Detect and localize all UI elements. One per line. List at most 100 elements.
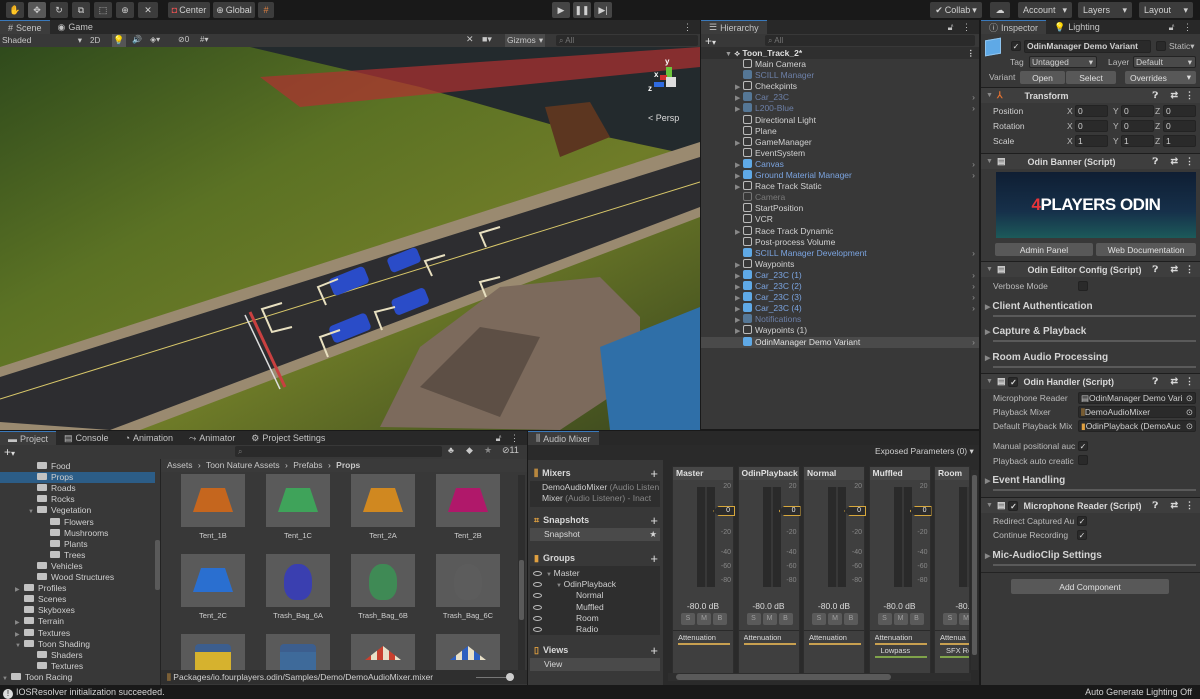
folder-tree-item[interactable]: ▼ Toon Racing [0, 672, 155, 683]
volume-db-readout[interactable]: -80.0 dB [870, 601, 930, 611]
tab-lighting[interactable]: 💡 Lighting [1046, 20, 1108, 34]
object-picker-icon[interactable]: ⊙ [1185, 407, 1193, 417]
mixer-group-item[interactable]: ▼ Master [546, 568, 580, 578]
transform-tool-button[interactable]: ⊕ [116, 2, 134, 18]
effect-slot[interactable]: Attenuation [678, 633, 730, 645]
filter-by-type-button[interactable]: ♣ [448, 445, 454, 455]
cloud-button[interactable]: ☁ [990, 2, 1010, 18]
solo-button[interactable]: S [681, 613, 695, 625]
open-prefab-chevron-icon[interactable]: › [972, 92, 975, 103]
mixer-item[interactable]: DemoAudioMixer (Audio Listen [542, 482, 659, 492]
mute-button[interactable]: M [697, 613, 711, 625]
rotation-y-input[interactable]: 0 [1121, 120, 1154, 132]
object-name-input[interactable]: OdinManager Demo Variant [1024, 40, 1151, 53]
mixer-strip[interactable]: Normal200-20-40-60-800-80.0 dBSMBAttenua… [803, 466, 866, 674]
effects-toggle[interactable]: ◈▾ [150, 35, 160, 44]
folder-tree-item[interactable]: Props [0, 472, 155, 484]
folder-tree-item[interactable]: ▶ Profiles [0, 583, 155, 594]
hierarchy-item[interactable]: StartPosition [701, 203, 979, 214]
kebab-icon[interactable]: ⋮ [1185, 156, 1194, 167]
asset-item[interactable] [265, 634, 331, 670]
toggle-2d-button[interactable]: 2D [90, 35, 104, 46]
grid-snap-button[interactable]: # [258, 2, 274, 18]
asset-item[interactable]: Tent_2C [180, 554, 246, 620]
asset-item[interactable] [180, 634, 246, 670]
asset-item[interactable]: Tent_1C [265, 474, 331, 540]
verbose-mode-checkbox[interactable] [1078, 281, 1088, 291]
tab-animator[interactable]: ⤳ Animator [181, 431, 243, 445]
folder-tree-item[interactable]: Scenes [0, 594, 155, 605]
add-group-button[interactable]: + [650, 551, 658, 566]
hierarchy-lock-button[interactable]: 🔓︎ ⋮ [940, 20, 979, 34]
presets-icon[interactable]: ⇄ [1170, 156, 1178, 167]
asset-item[interactable]: Tent_1B [180, 474, 246, 540]
effect-slot[interactable]: Attenuation [809, 633, 861, 645]
hierarchy-item[interactable]: Camera [701, 192, 979, 203]
star-icon[interactable]: ★ [649, 528, 657, 541]
folder-tree-item[interactable]: ▶ Terrain [0, 616, 155, 627]
scene-root-row[interactable]: ▼ ⟡ Toon_Track_2* ⋮ [701, 47, 979, 59]
volume-db-readout[interactable]: -80.0 dB [804, 601, 864, 611]
rect-tool-button[interactable]: ⬚ [94, 2, 112, 18]
mixer-strip[interactable]: Master200-20-40-60-800-80.0 dBSMBAttenua… [672, 466, 735, 674]
add-snapshot-button[interactable]: + [650, 513, 658, 528]
folder-tree-item[interactable]: Shaders [0, 650, 155, 661]
collab-dropdown[interactable]: ✔ Collab ▾ [930, 2, 982, 18]
open-prefab-chevron-icon[interactable]: › [972, 103, 975, 114]
active-checkbox[interactable]: ✓ [1011, 41, 1021, 51]
position-z-input[interactable]: 0 [1163, 105, 1196, 117]
continue-recording-checkbox[interactable]: ✓ [1077, 530, 1087, 540]
transform-header[interactable]: ▼ ⅄ Transform ❓︎ ⇄ ⋮ [981, 87, 1200, 103]
tools-button[interactable]: ✕ [466, 34, 474, 45]
inspector-lock-button[interactable]: 🔓︎ ⋮ [1161, 20, 1200, 34]
add-view-button[interactable]: + [650, 643, 658, 658]
presets-icon[interactable]: ⇄ [1170, 500, 1178, 511]
effect-slot[interactable]: Attenuation [874, 633, 927, 645]
hidden-objects-toggle[interactable]: ⊘0 [178, 35, 189, 44]
play-button[interactable]: ▶ [552, 2, 570, 18]
grid-toggle[interactable]: #▾ [200, 35, 208, 44]
foldout-room-audio-processing[interactable]: ▶ Room Audio Processing [985, 352, 1108, 363]
mute-button[interactable]: M [959, 613, 969, 625]
folder-tree-item[interactable]: Plants [0, 539, 155, 550]
hierarchy-item[interactable]: ▶ GameManager [701, 136, 979, 148]
projection-label[interactable]: < Persp [648, 113, 679, 123]
solo-button[interactable]: S [877, 613, 892, 625]
create-asset-button[interactable]: +▾ [4, 445, 15, 459]
account-dropdown[interactable]: Account ▾ [1018, 2, 1072, 18]
lighting-toggle[interactable]: 💡 [112, 34, 126, 47]
hierarchy-item[interactable]: ▶ Car_23C (4) › [701, 303, 979, 314]
microphone-reader-enabled-checkbox[interactable]: ✓ [1008, 500, 1019, 511]
open-prefab-chevron-icon[interactable]: › [972, 292, 975, 303]
add-mixer-button[interactable]: + [650, 466, 658, 481]
hierarchy-item[interactable]: SCILL Manager [701, 70, 979, 81]
breadcrumb-item[interactable]: Prefabs [293, 460, 322, 470]
static-checkbox[interactable] [1156, 41, 1166, 51]
playback-mixer-field[interactable]: ⫼DemoAudioMixer ⊙ [1078, 406, 1196, 418]
project-search-input[interactable]: ⌕ [235, 446, 442, 457]
help-icon[interactable]: ❓︎ [1153, 156, 1158, 167]
folder-tree-item[interactable]: Textures [0, 661, 155, 672]
y-axis-label[interactable]: Y [1113, 106, 1119, 116]
mixer-group-item[interactable]: Muffled [576, 602, 604, 612]
asset-item[interactable] [350, 634, 416, 670]
exposed-parameters-dropdown[interactable]: Exposed Parameters (0) ▾ [875, 446, 974, 457]
presets-icon[interactable]: ⇄ [1170, 264, 1178, 275]
foldout-capture-playback[interactable]: ▶ Capture & Playback [985, 326, 1086, 337]
z-axis-label[interactable]: Z [1155, 136, 1160, 146]
select-prefab-button[interactable]: Select [1066, 71, 1116, 84]
object-picker-icon[interactable]: ⊙ [1185, 421, 1193, 431]
tab-scene[interactable]: # Scene [0, 20, 50, 34]
folder-tree-item[interactable]: Mushrooms [0, 528, 155, 539]
hierarchy-item[interactable]: Plane [701, 125, 979, 137]
hierarchy-item[interactable]: ▶ Car_23C › [701, 92, 979, 103]
status-message[interactable]: IOSResolver initialization succeeded. [16, 687, 165, 697]
y-axis-label[interactable]: Y [1113, 136, 1119, 146]
hierarchy-item[interactable]: Directional Light [701, 114, 979, 126]
orientation-gizmo[interactable]: y x z [648, 57, 688, 97]
hierarchy-item[interactable]: ▶ Waypoints [701, 258, 979, 270]
overrides-dropdown[interactable]: Overrides ▾ [1125, 71, 1196, 84]
presets-icon[interactable]: ⇄ [1170, 376, 1178, 387]
kebab-icon[interactable]: ⋮ [1185, 264, 1194, 275]
tab-animation[interactable]: ◔ Animation [117, 431, 181, 445]
